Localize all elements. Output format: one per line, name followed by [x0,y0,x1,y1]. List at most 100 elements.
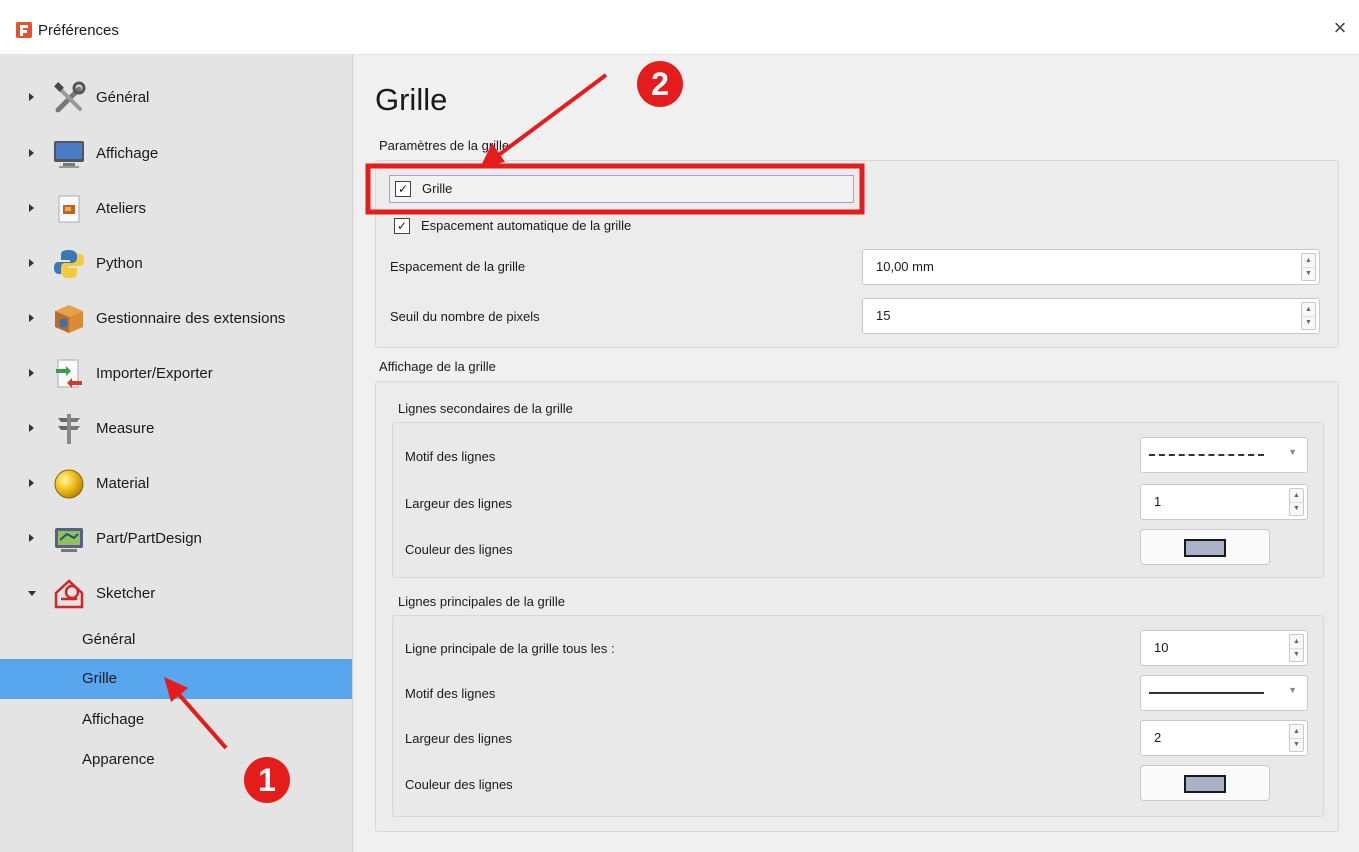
preferences-window: Préférences × Général Affichage Ateliers… [0,0,1359,852]
minor-color-button[interactable] [1140,529,1270,565]
step-badge-2: 2 [637,61,683,107]
expand-arrow-icon [29,204,34,212]
major-lines-group: Ligne principale de la grille tous les :… [392,615,1324,817]
pixel-threshold-spinbox[interactable]: 15 ▲ ▼ [862,298,1320,334]
expand-arrow-icon [29,149,34,157]
import-export-icon [56,359,82,388]
expand-arrow-icon [29,534,34,542]
sidebar-item-import-export[interactable]: Importer/Exporter [0,352,352,396]
spin-down-icon[interactable]: ▼ [1290,738,1303,751]
sidebar-item-label: Measure [96,420,155,437]
sidebar-item-material[interactable]: Material [0,462,352,506]
grid-spacing-label: Espacement de la grille [390,259,526,274]
expand-arrow-icon [29,369,34,377]
sidebar-item-label: Part/PartDesign [96,530,202,547]
spin-up-icon[interactable]: ▲ [1290,635,1303,649]
sidebar-item-label: Importer/Exporter [96,365,213,382]
spin-down-icon[interactable]: ▼ [1290,502,1303,515]
grid-params-title: Paramètres de la grille [379,138,510,153]
grid-checkbox-label: Grille [422,181,453,196]
sidebar-subitem-general[interactable]: Général [0,620,352,660]
caliper-icon [58,414,80,444]
sidebar-subitem-appearance[interactable]: Apparence [0,740,352,780]
auto-spacing-checkbox-row[interactable]: ✓ Espacement automatique de la grille [389,213,852,239]
tools-icon [54,81,86,113]
sidebar-item-part-partdesign[interactable]: Part/PartDesign [0,517,352,561]
major-every-spinbox[interactable]: 10 ▲ ▼ [1140,630,1308,666]
grid-checkbox[interactable]: ✓ [395,181,411,197]
sidebar-item-workbenches[interactable]: Ateliers [0,187,352,231]
sidebar-item-label: Gestionnaire des extensions [96,310,286,327]
freecad-icon [16,22,32,38]
expand-arrow-icon [29,259,34,267]
spin-buttons: ▲ ▼ [1289,634,1304,662]
sidebar-subitem-label: Grille [82,670,118,687]
grid-checkbox-row[interactable]: ✓ Grille [389,175,854,203]
sidebar-item-measure[interactable]: Measure [0,407,352,451]
auto-spacing-label: Espacement automatique de la grille [421,218,632,233]
minor-pattern-label: Motif des lignes [405,449,496,464]
monitor-icon [54,141,84,168]
pixel-threshold-label: Seuil du nombre de pixels [390,309,540,324]
spin-up-icon[interactable]: ▲ [1302,254,1315,268]
major-lines-title: Lignes principales de la grille [398,594,565,609]
minor-width-spinbox[interactable]: 1 ▲ ▼ [1140,484,1308,520]
page-title: Grille [375,82,448,117]
solid-line-icon [1149,692,1264,694]
minor-width-value: 1 [1154,494,1162,509]
part-icon [55,528,83,552]
color-swatch [1184,539,1226,557]
major-every-label: Ligne principale de la grille tous les : [405,641,615,656]
title-bar: Préférences × [0,0,1359,55]
sphere-icon [54,469,84,499]
sidebar-subitem-label: Affichage [82,711,145,728]
major-color-label: Couleur des lignes [405,777,513,792]
auto-spacing-checkbox[interactable]: ✓ [394,218,410,234]
sidebar-item-label: Sketcher [96,585,156,602]
grid-spacing-value: 10,00 mm [876,259,934,274]
sidebar-item-python[interactable]: Python [0,242,352,286]
close-icon[interactable]: × [1326,14,1354,42]
sidebar-item-sketcher[interactable]: Sketcher [0,572,352,616]
expand-arrow-icon [29,314,34,322]
spin-up-icon[interactable]: ▲ [1290,725,1303,739]
grid-params-group: ✓ Grille ✓ Espacement automatique de la … [375,160,1339,348]
sidebar-subitem-grid[interactable]: Grille [0,659,352,699]
sidebar-subitem-display[interactable]: Affichage [0,700,352,740]
minor-width-label: Largeur des lignes [405,496,512,511]
sidebar-item-addon-manager[interactable]: Gestionnaire des extensions [0,297,352,341]
minor-color-label: Couleur des lignes [405,542,513,557]
sidebar-item-label: Affichage [96,145,159,162]
chevron-down-icon: ▼ [1288,447,1297,457]
sidebar-item-display[interactable]: Affichage [0,132,352,176]
workbench-icon [58,195,80,223]
spin-buttons: ▲ ▼ [1301,253,1316,281]
collapse-arrow-icon [28,591,36,596]
sidebar-subitem-label: Général [82,631,136,648]
spin-down-icon[interactable]: ▼ [1302,316,1315,329]
spin-down-icon[interactable]: ▼ [1290,648,1303,661]
major-color-button[interactable] [1140,765,1270,801]
grid-spacing-spinbox[interactable]: 10,00 mm ▲ ▼ [862,249,1320,285]
spin-up-icon[interactable]: ▲ [1302,303,1315,317]
grid-display-group: Lignes secondaires de la grille Motif de… [375,381,1339,832]
major-width-spinbox[interactable]: 2 ▲ ▼ [1140,720,1308,756]
window-title: Préférences [38,22,119,39]
major-width-value: 2 [1154,730,1162,745]
sidebar-item-general[interactable]: Général [0,76,352,120]
spin-buttons: ▲ ▼ [1289,488,1304,516]
dashed-line-icon [1149,454,1264,456]
major-pattern-label: Motif des lignes [405,686,496,701]
minor-pattern-combo[interactable]: ▼ [1140,437,1308,473]
minor-lines-group: Motif des lignes ▼ Largeur des lignes 1 … [392,422,1324,578]
sidebar-item-label: Material [96,475,150,492]
spin-up-icon[interactable]: ▲ [1290,489,1303,503]
spin-down-icon[interactable]: ▼ [1302,267,1315,280]
major-pattern-combo[interactable]: ▼ [1140,675,1308,711]
sidebar-item-label: Python [96,255,143,272]
spin-buttons: ▲ ▼ [1301,302,1316,330]
spin-buttons: ▲ ▼ [1289,724,1304,752]
settings-panel: Grille Paramètres de la grille ✓ Grille … [353,54,1359,852]
step-badge-1: 1 [244,757,290,803]
python-icon [54,250,84,278]
